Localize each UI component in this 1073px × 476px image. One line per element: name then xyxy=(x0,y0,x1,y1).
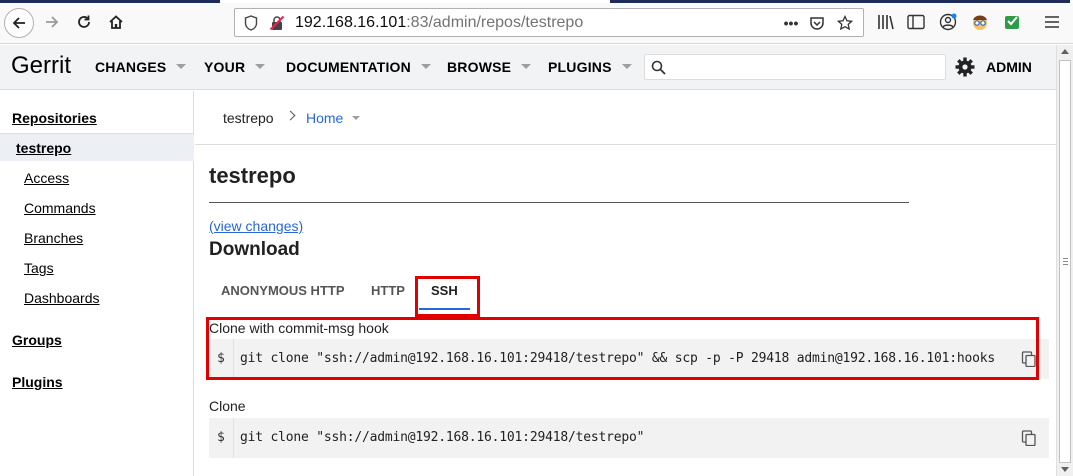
caret-down-icon[interactable] xyxy=(352,116,360,120)
scroll-grip xyxy=(1063,264,1068,265)
breadcrumb-repo: testrepo xyxy=(223,110,274,126)
shield-icon[interactable] xyxy=(243,15,259,31)
sidebar: Repositories testrepo Access Commands Br… xyxy=(0,91,194,476)
scroll-up-icon[interactable] xyxy=(1061,49,1069,54)
caret-down-icon xyxy=(176,64,187,69)
url-text[interactable]: 192.168.16.101:83/admin/repos/testrepo xyxy=(295,14,583,32)
window-accent-right xyxy=(610,0,1070,3)
sidebar-repositories[interactable]: Repositories xyxy=(12,110,97,126)
reload-button[interactable] xyxy=(70,8,98,36)
clone-command[interactable]: git clone "ssh://admin@192.168.16.101:29… xyxy=(240,430,644,445)
caret-down-icon xyxy=(420,64,431,69)
forward-button[interactable] xyxy=(38,8,66,36)
highlight-box-clone-command xyxy=(206,317,1039,380)
menu-browse[interactable]: BROWSE xyxy=(447,59,532,75)
caret-down-icon xyxy=(255,64,266,69)
menu-your[interactable]: YOUR xyxy=(204,59,266,75)
sidebar-item-access[interactable]: Access xyxy=(24,170,69,186)
vertical-scrollbar[interactable] xyxy=(1056,45,1073,476)
pocket-icon[interactable] xyxy=(809,15,825,31)
page-actions-icon[interactable]: ••• xyxy=(781,15,801,31)
gerrit-header: Gerrit CHANGES YOUR DOCUMENTATION BROWSE… xyxy=(0,45,1056,90)
sidebar-item-tags[interactable]: Tags xyxy=(24,260,54,276)
extension-face-icon[interactable] xyxy=(970,12,990,32)
sidebar-groups[interactable]: Groups xyxy=(12,332,62,348)
menu-browse-label: BROWSE xyxy=(447,59,512,75)
command-prompt: $ xyxy=(217,430,225,445)
scroll-thumb[interactable] xyxy=(1059,60,1071,463)
hamburger-menu-icon[interactable] xyxy=(1042,12,1062,32)
command-separator xyxy=(233,418,234,458)
back-button[interactable] xyxy=(4,8,34,38)
arrow-right-icon xyxy=(46,16,59,28)
main-content: testrepo Home testrepo (view changes) Do… xyxy=(195,91,1056,476)
search-icon xyxy=(651,60,666,75)
sidebar-item-branches[interactable]: Branches xyxy=(24,230,83,246)
sidebar-plugins[interactable]: Plugins xyxy=(12,374,63,390)
library-icon[interactable] xyxy=(876,12,896,32)
scroll-grip xyxy=(1063,258,1068,259)
sidebar-current-repo[interactable]: testrepo xyxy=(16,140,71,156)
url-bar[interactable]: 192.168.16.101:83/admin/repos/testrepo •… xyxy=(234,8,864,37)
chevron-right-icon xyxy=(285,110,296,121)
gear-icon[interactable] xyxy=(955,57,975,77)
menu-plugins-label: PLUGINS xyxy=(548,59,612,75)
home-icon xyxy=(109,15,123,29)
sidebar-toggle-icon[interactable] xyxy=(906,12,926,32)
home-button[interactable] xyxy=(102,8,130,36)
download-heading: Download xyxy=(209,239,300,260)
window-top-strip xyxy=(0,0,1073,3)
breadcrumb: testrepo Home xyxy=(195,91,1056,145)
menu-plugins[interactable]: PLUGINS xyxy=(548,59,632,75)
copy-icon[interactable] xyxy=(1021,430,1037,446)
highlight-box-ssh-tab xyxy=(415,276,480,317)
tab-anonymous-http[interactable]: ANONYMOUS HTTP xyxy=(221,283,345,298)
account-icon[interactable] xyxy=(938,12,958,32)
title-divider xyxy=(209,202,909,203)
user-menu[interactable]: ADMIN xyxy=(986,59,1032,75)
tab-http[interactable]: HTTP xyxy=(371,283,405,298)
arrow-left-icon xyxy=(12,17,25,29)
menu-changes-label: CHANGES xyxy=(95,59,167,75)
caret-down-icon xyxy=(521,64,532,69)
url-host: 192.168.16.101 xyxy=(295,14,407,31)
menu-documentation[interactable]: DOCUMENTATION xyxy=(286,59,431,75)
extension-green-icon[interactable] xyxy=(1002,12,1022,32)
menu-changes[interactable]: CHANGES xyxy=(95,59,187,75)
browser-toolbar: 192.168.16.101:83/admin/repos/testrepo •… xyxy=(0,0,1073,44)
reload-icon xyxy=(78,15,90,28)
search-input[interactable] xyxy=(644,54,946,80)
scroll-grip xyxy=(1063,261,1068,262)
view-changes-link[interactable]: (view changes) xyxy=(209,218,303,234)
breadcrumb-home[interactable]: Home xyxy=(306,110,343,126)
sidebar-item-commands[interactable]: Commands xyxy=(24,200,96,216)
insecure-lock-icon[interactable] xyxy=(269,15,285,31)
sidebar-item-dashboards[interactable]: Dashboards xyxy=(24,290,100,306)
url-path: :83/admin/repos/testrepo xyxy=(406,14,584,31)
bookmark-star-icon[interactable] xyxy=(837,15,853,31)
page-title: testrepo xyxy=(209,163,296,188)
window-accent-left xyxy=(0,0,220,3)
scroll-down-icon[interactable] xyxy=(1061,467,1069,472)
command-row: $ git clone "ssh://admin@192.168.16.101:… xyxy=(209,418,1049,458)
menu-documentation-label: DOCUMENTATION xyxy=(286,59,411,75)
clone-label: Clone xyxy=(209,398,246,414)
menu-your-label: YOUR xyxy=(204,59,246,75)
caret-down-icon xyxy=(621,64,632,69)
gerrit-logo[interactable]: Gerrit xyxy=(11,52,71,80)
